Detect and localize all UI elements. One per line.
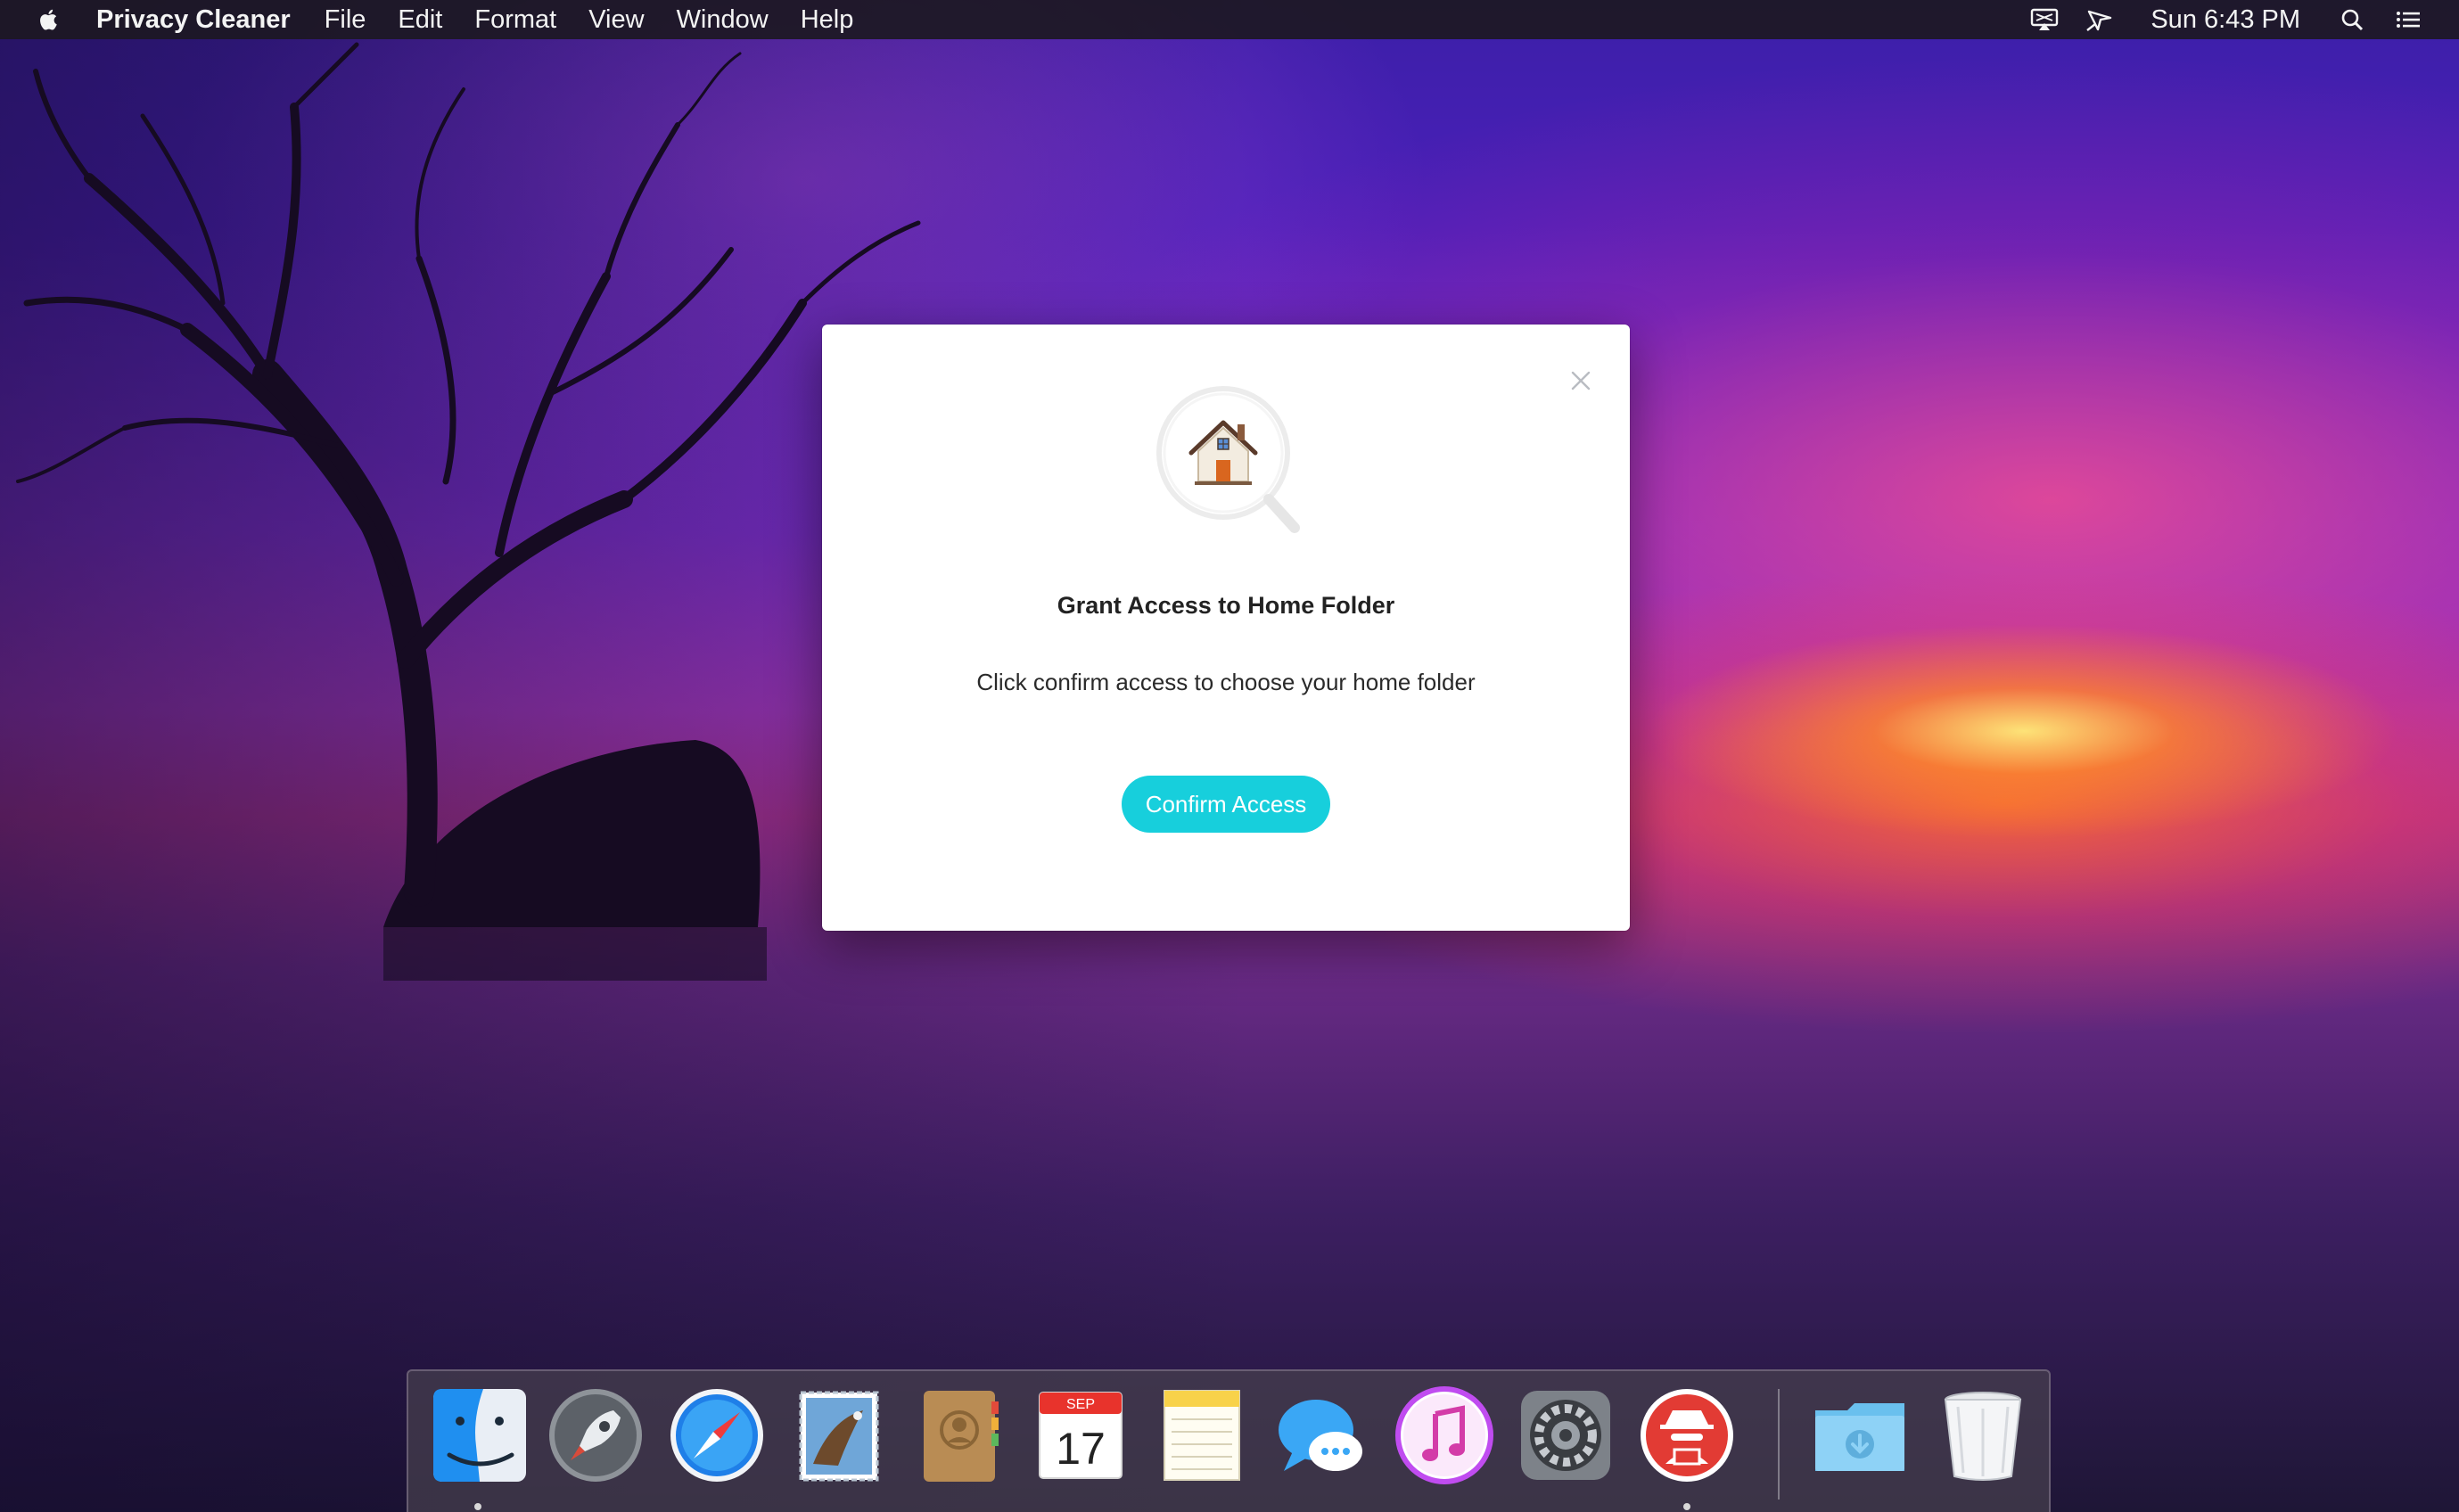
menu-edit[interactable]: Edit — [398, 5, 442, 35]
dock-item-itunes[interactable] — [1393, 1384, 1496, 1487]
dock-item-contacts[interactable] — [908, 1384, 1011, 1487]
dock-item-messages[interactable] — [1271, 1384, 1375, 1487]
running-indicator-privacy-cleaner — [1683, 1503, 1690, 1510]
launchpad-rocket-icon — [549, 1389, 642, 1482]
menu-format[interactable]: Format — [474, 5, 556, 35]
downloads-folder-icon — [1815, 1403, 1904, 1471]
desktop: Privacy Cleaner File Edit Format View Wi… — [0, 0, 2459, 1512]
dialog-message: Click confirm access to choose your home… — [976, 669, 1476, 695]
location-arrow-icon[interactable] — [2085, 6, 2115, 33]
grant-access-dialog: Grant Access to Home Folder Click confir… — [822, 325, 1630, 931]
confirm-access-button[interactable]: Confirm Access — [1122, 776, 1330, 833]
dock-item-downloads[interactable] — [1808, 1384, 1912, 1487]
close-icon[interactable] — [1567, 367, 1594, 394]
dock-item-calendar[interactable]: SEP 17 — [1029, 1384, 1132, 1487]
airplay-display-icon[interactable] — [2029, 6, 2060, 33]
safari-compass-icon — [670, 1389, 763, 1482]
menu-help[interactable]: Help — [801, 5, 854, 35]
dock-item-trash[interactable] — [1931, 1384, 2035, 1487]
finder-icon — [433, 1389, 526, 1482]
mail-stamp-icon — [799, 1391, 879, 1482]
spotlight-search-icon[interactable] — [2338, 6, 2368, 33]
menu-window[interactable]: Window — [677, 5, 769, 35]
dialog-title: Grant Access to Home Folder — [1057, 592, 1395, 619]
messages-bubble-icon — [1279, 1400, 1362, 1471]
menu-clock[interactable]: Sun 6:43 PM — [2151, 5, 2300, 35]
trash-icon — [1944, 1392, 2022, 1481]
privacy-cleaner-spy-icon — [1641, 1389, 1733, 1482]
notification-center-icon[interactable] — [2393, 6, 2423, 33]
calendar-month: SEP — [1066, 1397, 1095, 1412]
notes-icon — [1164, 1390, 1240, 1481]
dock-item-system-preferences[interactable] — [1514, 1384, 1617, 1487]
contacts-book-icon — [924, 1391, 999, 1482]
menu-bar: Privacy Cleaner File Edit Format View Wi… — [0, 0, 2459, 39]
running-indicator-finder — [474, 1503, 481, 1510]
calendar-icon: SEP 17 — [1039, 1392, 1123, 1479]
dock-item-notes[interactable] — [1150, 1384, 1254, 1487]
dock: SEP 17 — [407, 1369, 2051, 1512]
dock-item-privacy-cleaner[interactable] — [1635, 1384, 1739, 1487]
dock-item-launchpad[interactable] — [544, 1384, 647, 1487]
calendar-day: 17 — [1056, 1424, 1106, 1474]
itunes-music-icon — [1395, 1386, 1493, 1484]
dock-item-safari[interactable] — [665, 1384, 769, 1487]
home-magnifier-icon — [1156, 386, 1300, 533]
system-preferences-gear-icon — [1521, 1391, 1610, 1480]
menu-file[interactable]: File — [325, 5, 366, 35]
dock-item-mail[interactable] — [786, 1384, 890, 1487]
menu-app-name[interactable]: Privacy Cleaner — [96, 5, 291, 35]
menu-view[interactable]: View — [588, 5, 644, 35]
apple-icon[interactable] — [36, 6, 62, 33]
dock-separator — [1778, 1389, 1780, 1500]
dock-item-finder[interactable] — [428, 1384, 531, 1487]
